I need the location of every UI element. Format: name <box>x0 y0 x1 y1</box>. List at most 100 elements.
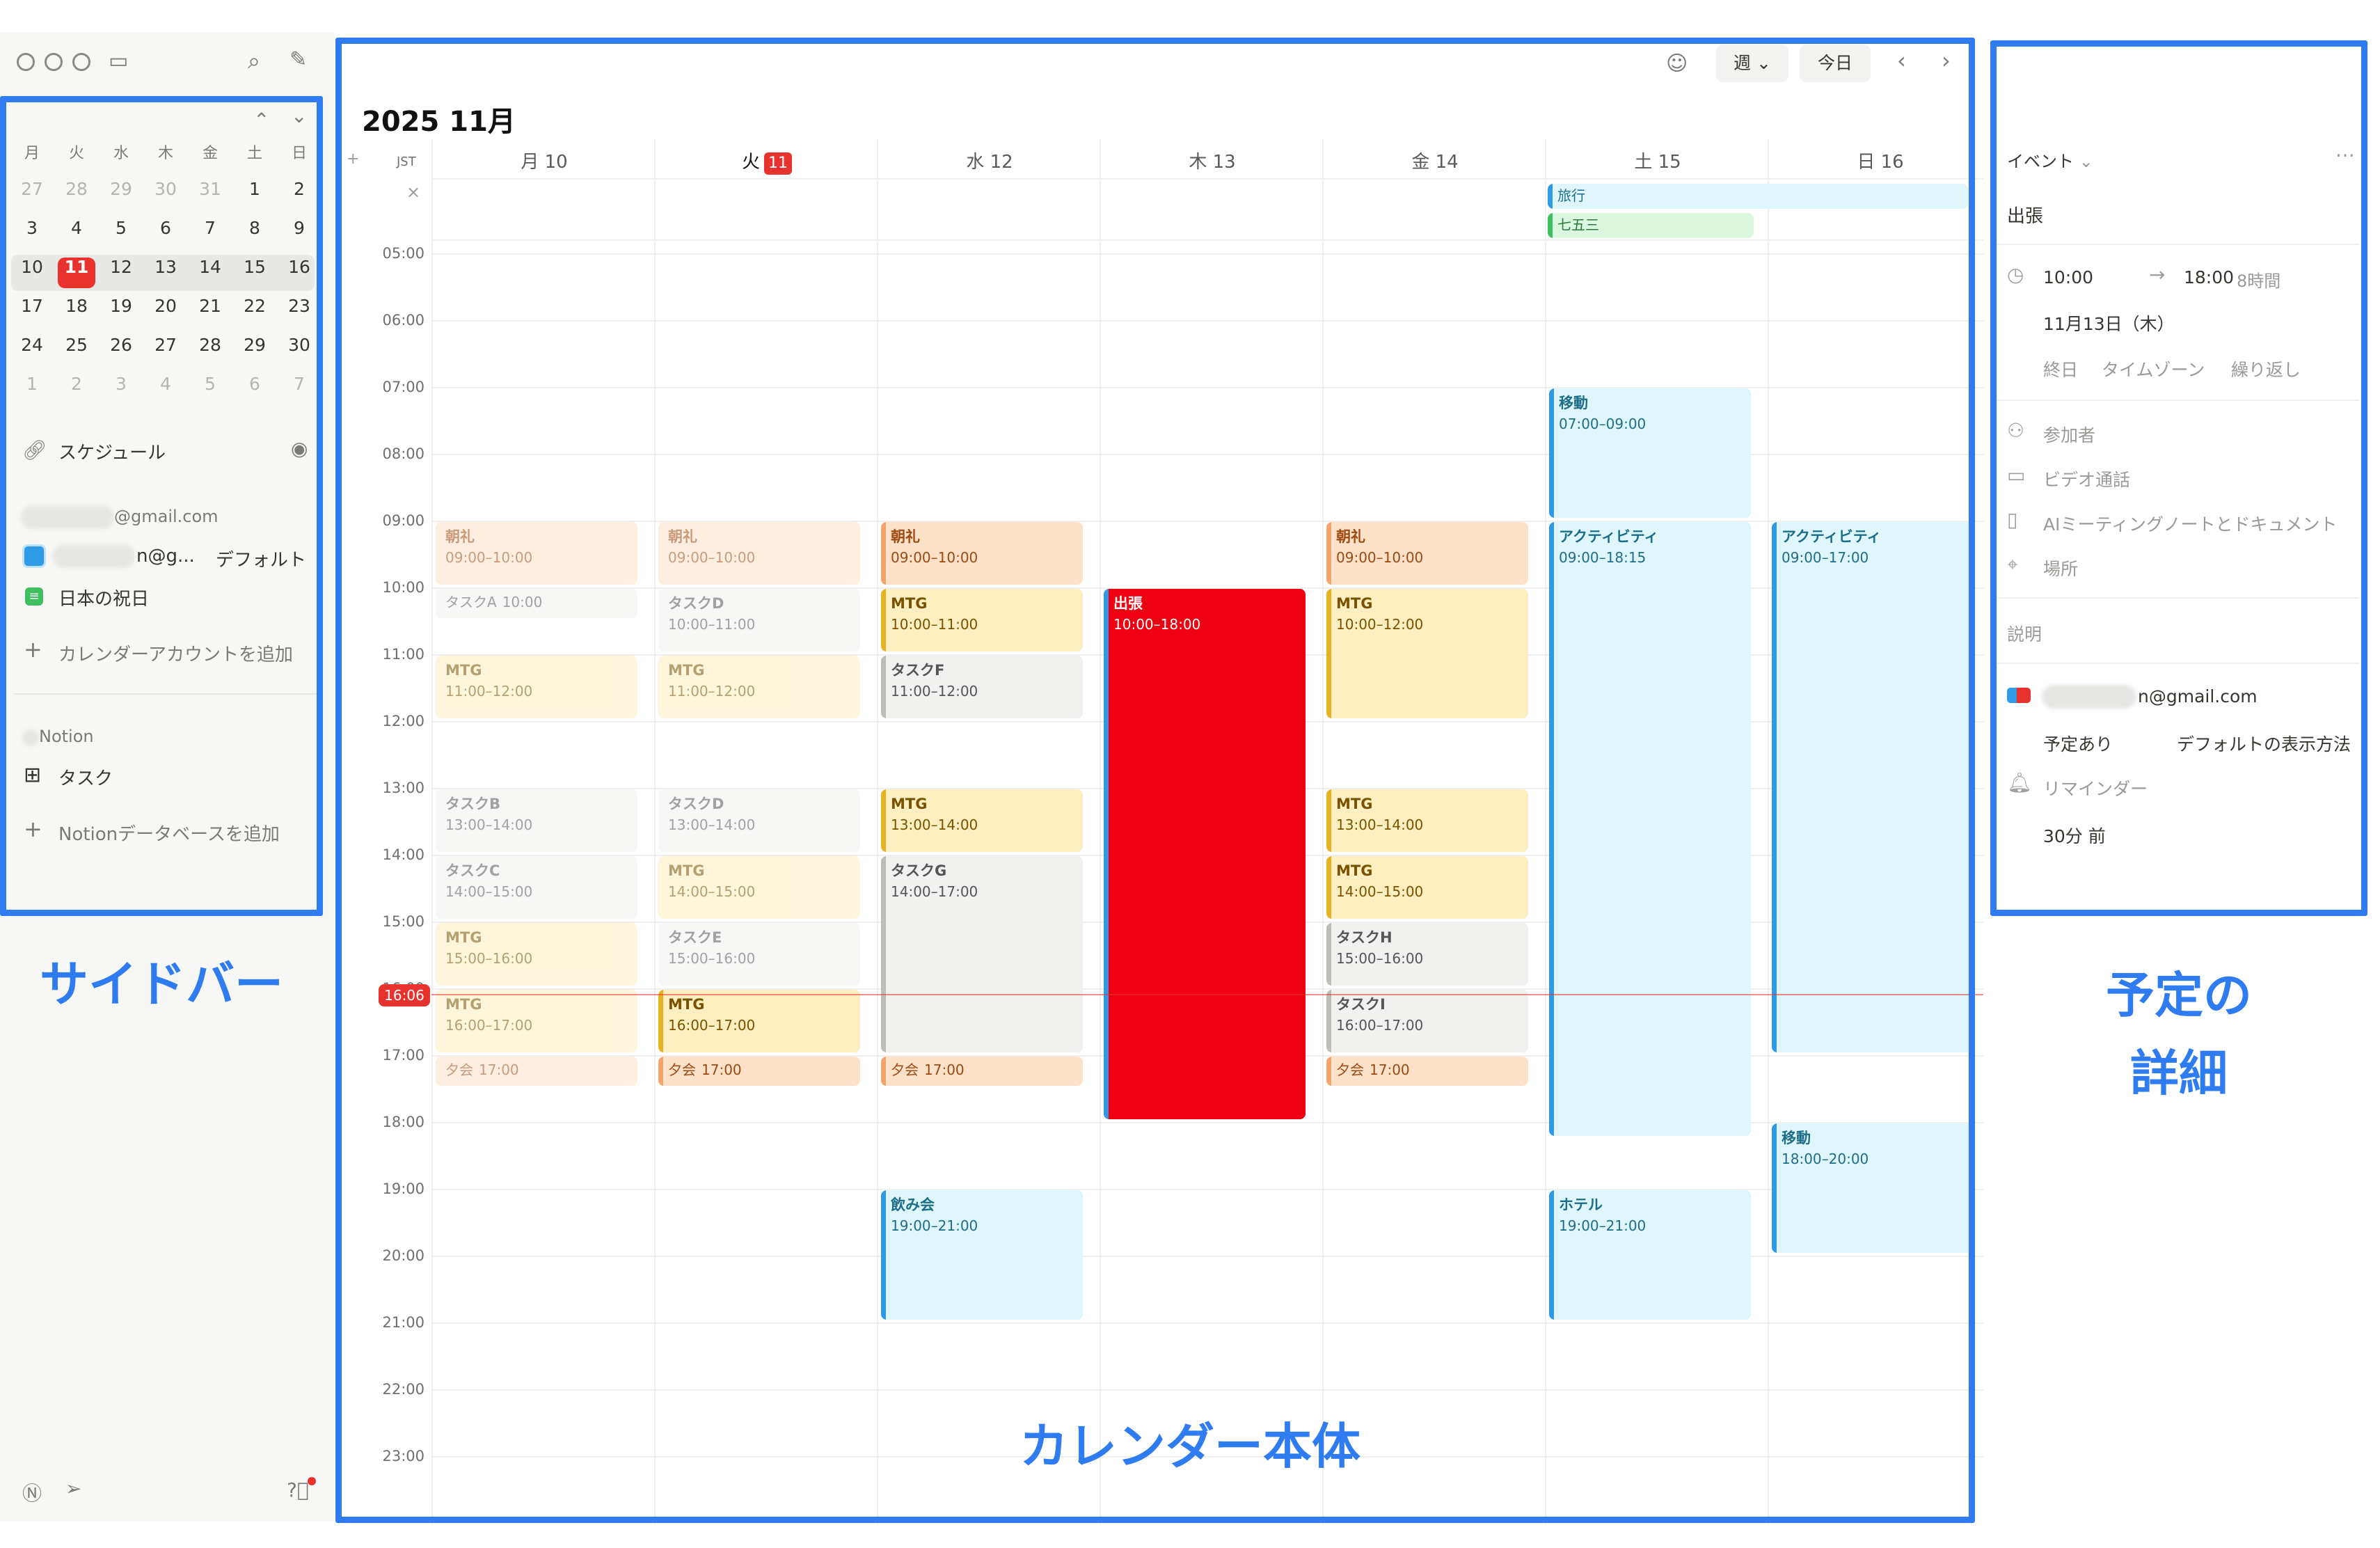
calendar-event[interactable]: タスクI 16:00–17:00 <box>1326 990 1528 1052</box>
window-zoom-button[interactable] <box>72 53 90 71</box>
calendar-event[interactable]: タスクD 13:00–14:00 <box>658 789 860 852</box>
schedule-link[interactable]: スケジュール <box>58 439 166 464</box>
end-time-field[interactable]: 18:00 <box>2184 267 2234 287</box>
mini-cal-day[interactable]: 9 <box>278 212 320 245</box>
calendar-event[interactable]: 夕会 17:00 <box>1326 1057 1528 1086</box>
day-header[interactable]: 金 14 <box>1338 148 1532 173</box>
video-call-field[interactable]: ビデオ通話 <box>2043 466 2130 491</box>
calendar-event[interactable]: 夕会 17:00 <box>436 1057 637 1086</box>
mini-cal-day[interactable]: 14 <box>189 251 231 284</box>
mini-cal-day[interactable]: 11 <box>56 251 97 284</box>
date-field[interactable]: 11月13日（木） <box>2043 310 2175 335</box>
mini-cal-day[interactable]: 23 <box>278 290 320 323</box>
mini-cal-day[interactable]: 29 <box>234 329 276 362</box>
calendar-event[interactable]: タスクC 14:00–15:00 <box>436 856 637 919</box>
mini-cal-day[interactable]: 28 <box>189 329 231 362</box>
window-minimize-button[interactable] <box>45 53 63 71</box>
new-event-icon[interactable]: ✎ <box>289 47 307 72</box>
add-timezone-icon[interactable]: + <box>347 150 359 168</box>
today-button[interactable]: 今日 <box>1800 45 1871 82</box>
reminder-value[interactable]: 30分 前 <box>2043 823 2106 848</box>
mini-cal-day[interactable]: 4 <box>145 368 187 401</box>
description-field[interactable]: 説明 <box>2007 621 2042 646</box>
mini-cal-day[interactable]: 4 <box>56 212 97 245</box>
mini-cal-day[interactable]: 13 <box>145 251 187 284</box>
mini-cal-day[interactable]: 7 <box>189 212 231 245</box>
mini-cal-day[interactable]: 5 <box>189 368 231 401</box>
day-header[interactable]: 土 15 <box>1560 148 1755 173</box>
calendar-event[interactable]: 移動 18:00–20:00 <box>1772 1123 1974 1253</box>
calendar-event[interactable]: MTG 10:00–12:00 <box>1326 589 1528 718</box>
search-icon[interactable]: ⌕ <box>248 47 260 74</box>
day-header[interactable]: 月 10 <box>447 148 642 173</box>
start-time-field[interactable]: 10:00 <box>2043 267 2093 287</box>
mini-cal-day[interactable]: 20 <box>145 290 187 323</box>
calendar-event[interactable]: MTG 11:00–12:00 <box>658 656 860 718</box>
default-calendar-name[interactable]: n@g... <box>136 546 195 567</box>
mini-cal-day[interactable]: 10 <box>11 251 53 284</box>
mini-cal-day[interactable]: 21 <box>189 290 231 323</box>
attendees-field[interactable]: 参加者 <box>2043 422 2095 447</box>
mini-cal-day[interactable]: 6 <box>234 368 276 401</box>
view-switcher[interactable]: 週 ⌄ <box>1716 45 1788 82</box>
mini-cal-day[interactable]: 27 <box>11 173 53 206</box>
calendar-event[interactable]: 朝礼 09:00–10:00 <box>1326 522 1528 585</box>
calendar-event[interactable]: 朝礼 09:00–10:00 <box>881 522 1083 585</box>
sidebar-toggle-icon[interactable]: ▭ <box>109 49 128 73</box>
reminder-field[interactable]: リマインダー <box>2043 775 2148 800</box>
mini-cal-day[interactable]: 28 <box>56 173 97 206</box>
add-calendar-account-button[interactable]: カレンダーアカウントを追加 <box>58 640 293 666</box>
calendar-event[interactable]: 夕会 17:00 <box>658 1057 860 1086</box>
busy-selector[interactable]: 予定あり <box>2043 731 2113 756</box>
eye-icon[interactable]: ◉ <box>291 437 308 460</box>
help-icon[interactable]: ?⃝ <box>287 1478 309 1501</box>
collapse-allday-icon[interactable]: × <box>406 182 420 202</box>
calendar-event[interactable]: MTG 16:00–17:00 <box>658 990 860 1052</box>
mini-cal-day[interactable]: 15 <box>234 251 276 284</box>
event-type-selector[interactable]: イベント ⌄ <box>2007 148 2093 172</box>
calendar-event[interactable]: MTG 16:00–17:00 <box>436 990 637 1052</box>
mini-cal-day[interactable]: 17 <box>11 290 53 323</box>
allday-event[interactable]: 七五三 <box>1548 213 1754 238</box>
mini-cal-day[interactable]: 7 <box>278 368 320 401</box>
calendar-event[interactable]: MTG 14:00–15:00 <box>658 856 860 919</box>
holiday-calendar[interactable]: 日本の祝日 <box>58 585 149 610</box>
more-options-icon[interactable]: ⋯ <box>2335 143 2355 166</box>
user-avatar-icon[interactable]: ☺ <box>1666 52 1688 76</box>
notion-logo-icon[interactable]: Ⓝ <box>22 1478 42 1506</box>
mini-cal-day[interactable]: 1 <box>234 173 276 206</box>
calendar-event[interactable]: MTG 15:00–16:00 <box>436 923 637 986</box>
calendar-event[interactable]: ホテル 19:00–21:00 <box>1549 1190 1751 1320</box>
day-header[interactable]: 水 12 <box>892 148 1087 173</box>
allday-event[interactable]: 旅行 <box>1548 184 1968 209</box>
mini-cal-day[interactable]: 12 <box>100 251 142 284</box>
calendar-event[interactable]: タスクF 11:00–12:00 <box>881 656 1083 718</box>
mini-cal-day[interactable]: 16 <box>278 251 320 284</box>
calendar-event[interactable]: 出張 10:00–18:00 <box>1104 589 1306 1119</box>
calendar-event[interactable]: アクティビティ 09:00–17:00 <box>1772 522 1974 1052</box>
calendar-event[interactable]: タスクD 10:00–11:00 <box>658 589 860 651</box>
timezone-button[interactable]: タイムゾーン <box>2102 356 2205 381</box>
location-field[interactable]: 場所 <box>2043 555 2078 580</box>
calendar-event[interactable]: MTG 10:00–11:00 <box>881 589 1083 651</box>
calendar-event[interactable]: タスクH 15:00–16:00 <box>1326 923 1528 986</box>
ai-notes-field[interactable]: AIミーティングノートとドキュメント <box>2043 511 2337 536</box>
calendar-event[interactable]: 朝礼 09:00–10:00 <box>436 522 637 585</box>
mini-cal-day[interactable]: 25 <box>56 329 97 362</box>
repeat-button[interactable]: 繰り返し <box>2231 356 2301 381</box>
mini-cal-day[interactable]: 3 <box>100 368 142 401</box>
mini-cal-day[interactable]: 27 <box>145 329 187 362</box>
mini-cal-day[interactable]: 18 <box>56 290 97 323</box>
calendar-checkbox-default[interactable] <box>22 544 46 568</box>
event-title-field[interactable]: 出張 <box>2007 202 2043 228</box>
calendar-event[interactable]: タスクG 14:00–17:00 <box>881 856 1083 1052</box>
next-week-icon[interactable]: › <box>1942 47 1951 74</box>
mini-cal-day[interactable]: 8 <box>234 212 276 245</box>
mini-cal-day[interactable]: 2 <box>56 368 97 401</box>
window-close-button[interactable] <box>17 53 35 71</box>
mini-cal-day[interactable]: 31 <box>189 173 231 206</box>
mini-cal-day[interactable]: 1 <box>11 368 53 401</box>
next-month-icon[interactable]: ⌄ <box>291 104 307 127</box>
prev-month-icon[interactable]: ⌃ <box>253 109 269 132</box>
add-notion-db-button[interactable]: Notionデータベースを追加 <box>58 820 280 846</box>
